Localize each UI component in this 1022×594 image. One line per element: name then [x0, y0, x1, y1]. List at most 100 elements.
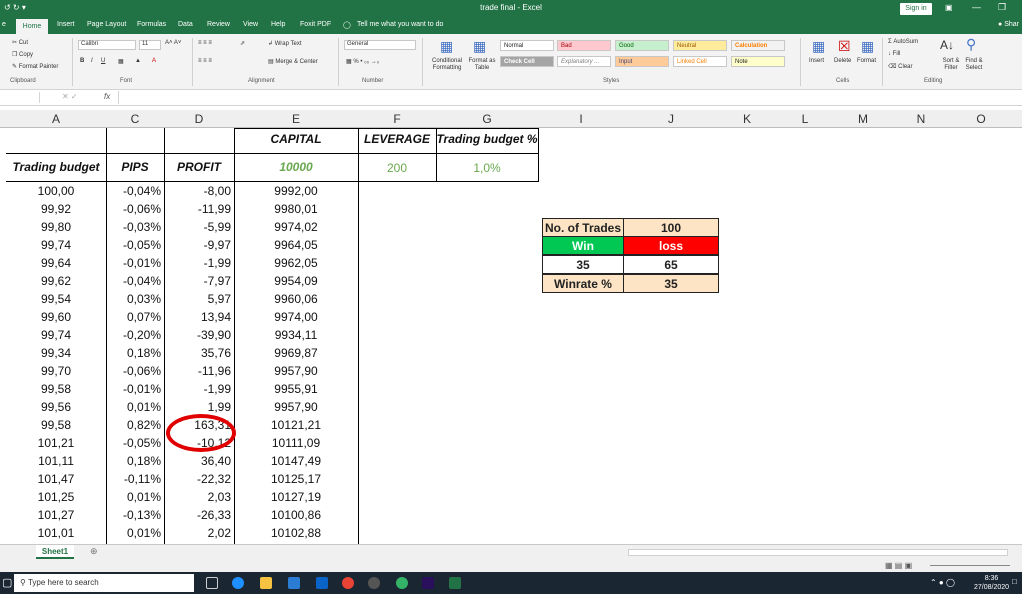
premiere-icon[interactable] — [422, 577, 434, 589]
cell-profit[interactable]: 5,97 — [164, 290, 234, 308]
cancel-entry-icon[interactable]: ✕ ✓ — [62, 92, 78, 101]
cell-pips[interactable]: -0,01% — [106, 380, 164, 398]
cell-profit[interactable]: -1,99 — [164, 254, 234, 272]
edge-icon[interactable] — [232, 577, 244, 589]
style-note[interactable]: Note — [731, 56, 785, 67]
cell-pips[interactable]: -0,13% — [106, 506, 164, 524]
cell-pips[interactable]: -0,01% — [106, 254, 164, 272]
cell-profit[interactable]: 13,94 — [164, 308, 234, 326]
tab-foxit-pdf[interactable]: Foxit PDF — [300, 21, 331, 28]
format-as-table-button[interactable]: Format as Table — [466, 58, 498, 72]
tab-page-layout[interactable]: Page Layout — [87, 21, 126, 28]
cell-trading-budget[interactable]: 99,92 — [6, 200, 106, 218]
cell-profit[interactable]: -9,97 — [164, 236, 234, 254]
cell-capital[interactable]: 9964,05 — [234, 236, 358, 254]
column-header-f[interactable]: F — [358, 110, 436, 128]
cell-pips[interactable]: 0,01% — [106, 398, 164, 416]
cell-capital[interactable]: 9974,02 — [234, 218, 358, 236]
column-header-j[interactable]: J — [624, 110, 718, 128]
cell-capital[interactable]: 9969,87 — [234, 344, 358, 362]
cell-pips[interactable]: -0,05% — [106, 236, 164, 254]
column-header-o[interactable]: O — [950, 110, 1012, 128]
cell-trading-budget[interactable]: 99,74 — [6, 236, 106, 254]
horizontal-scrollbar[interactable] — [628, 549, 1008, 556]
minimize-button[interactable]: — — [972, 2, 981, 12]
cell-capital[interactable]: 9954,09 — [234, 272, 358, 290]
cell-trading-budget[interactable]: 99,56 — [6, 398, 106, 416]
style-good[interactable]: Good — [615, 40, 669, 51]
column-header-d[interactable]: D — [164, 110, 234, 128]
cut-button[interactable]: ✂ Cut — [12, 39, 28, 46]
cell-capital[interactable]: 9957,90 — [234, 398, 358, 416]
cell-trading-budget[interactable]: 101,21 — [6, 434, 106, 452]
store-icon[interactable] — [288, 577, 300, 589]
wrap-text-button[interactable]: ↲ Wrap Text — [268, 40, 302, 47]
view-mode-icon[interactable]: ▦ ▤ ▣ — [885, 561, 912, 570]
cell-capital[interactable]: 9962,05 — [234, 254, 358, 272]
cell-trading-budget[interactable]: 101,01 — [6, 524, 106, 542]
style-normal[interactable]: Normal — [500, 40, 554, 51]
zoom-slider[interactable] — [930, 565, 1010, 566]
sort-filter-icon[interactable]: A↓ — [940, 38, 954, 52]
cell-capital[interactable]: 9980,01 — [234, 200, 358, 218]
cell-pips[interactable]: 0,01% — [106, 488, 164, 506]
column-header-i[interactable]: I — [538, 110, 624, 128]
cell-trading-budget[interactable]: 99,64 — [6, 254, 106, 272]
cell-profit[interactable]: 2,03 — [164, 488, 234, 506]
cell-pips[interactable]: -0,06% — [106, 200, 164, 218]
excel-icon[interactable] — [449, 577, 461, 589]
cell-trading-budget[interactable]: 100,00 — [6, 182, 106, 200]
chrome-icon[interactable] — [342, 577, 354, 589]
percent-style-icon[interactable]: ▦ % • ₀₀ →₀ — [346, 58, 379, 65]
cell-pips[interactable]: -0,04% — [106, 272, 164, 290]
cell-profit[interactable]: 2,02 — [164, 524, 234, 542]
bold-button[interactable]: B — [80, 58, 84, 64]
windows-start-icon[interactable]: ▢ — [2, 576, 12, 589]
column-header-g[interactable]: G — [436, 110, 538, 128]
cell-trading-budget[interactable]: 99,58 — [6, 416, 106, 434]
style-explanatory[interactable]: Explanatory ... — [557, 56, 611, 67]
cell-capital[interactable]: 10127,19 — [234, 488, 358, 506]
name-box[interactable] — [0, 92, 40, 103]
column-header-a[interactable]: A — [6, 110, 106, 128]
cell-trading-budget[interactable]: 99,34 — [6, 344, 106, 362]
column-header-l[interactable]: L — [776, 110, 834, 128]
cell-trading-budget[interactable]: 99,58 — [6, 380, 106, 398]
tab-view[interactable]: View — [243, 21, 258, 28]
autosum-button[interactable]: Σ AutoSum — [888, 39, 918, 45]
find-select-icon[interactable]: ⚲ — [966, 36, 976, 53]
cell-capital[interactable]: 10111,09 — [234, 434, 358, 452]
clock[interactable]: 8:36 27/08/2020 — [974, 574, 1009, 592]
cell-pips[interactable]: -0,05% — [106, 434, 164, 452]
tab-help[interactable]: Help — [271, 21, 285, 28]
column-header-e[interactable]: E — [234, 110, 358, 128]
conditional-formatting-button[interactable]: Conditional Formatting — [427, 58, 467, 72]
cell-capital[interactable]: 9934,11 — [234, 326, 358, 344]
cell-profit[interactable]: -26,33 — [164, 506, 234, 524]
app-icon[interactable] — [368, 577, 380, 589]
cell-capital[interactable]: 9957,90 — [234, 362, 358, 380]
sort-filter-button[interactable]: Sort & Filter — [939, 58, 963, 72]
quick-access-toolbar[interactable]: ↺ ↻ ▾ — [4, 3, 26, 12]
tab-review[interactable]: Review — [207, 21, 230, 28]
cell-trading-budget[interactable]: 99,74 — [6, 326, 106, 344]
style-check-cell[interactable]: Check Cell — [500, 56, 554, 67]
cell-capital[interactable]: 9992,00 — [234, 182, 358, 200]
format-table-icon[interactable]: ▦ — [473, 38, 486, 55]
conditional-formatting-icon[interactable]: ▦ — [440, 38, 453, 55]
find-select-button[interactable]: Find & Select — [962, 58, 986, 72]
cell-pips[interactable]: 0,18% — [106, 344, 164, 362]
cell-pips[interactable]: 0,03% — [106, 290, 164, 308]
format-cells-icon[interactable]: ▦ — [861, 38, 874, 55]
cell-pips[interactable]: 0,82% — [106, 416, 164, 434]
tab-insert[interactable]: Insert — [57, 21, 75, 28]
insert-cells-button[interactable]: Insert — [809, 58, 824, 64]
cell-pips[interactable]: -0,20% — [106, 326, 164, 344]
fill-color-icon[interactable]: ▲ — [135, 58, 141, 64]
task-view-icon[interactable] — [206, 577, 218, 589]
align-top-icon[interactable]: ≡ ≡ ≡ — [198, 40, 212, 46]
cell-trading-budget[interactable]: 101,47 — [6, 470, 106, 488]
tell-me-search[interactable]: Tell me what you want to do — [357, 21, 443, 28]
cell-pips[interactable]: 0,01% — [106, 524, 164, 542]
cell-trading-budget[interactable]: 101,27 — [6, 506, 106, 524]
